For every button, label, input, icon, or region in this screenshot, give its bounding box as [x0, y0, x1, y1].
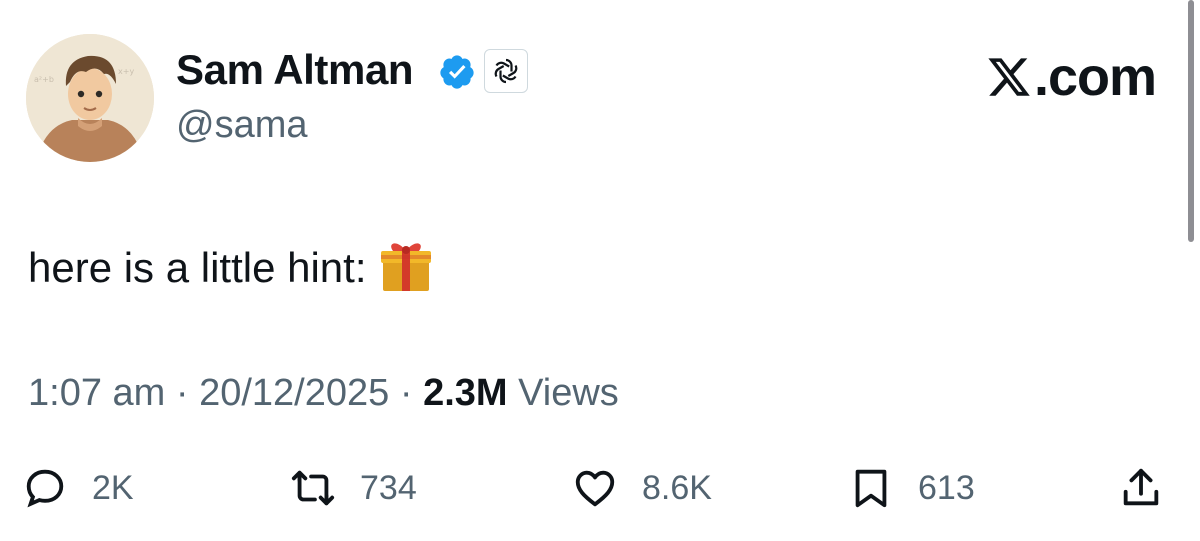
tweet-meta: 1:07 am · 20/12/2025 · 2.3M Views — [28, 372, 619, 415]
tweet-date[interactable]: 20/12/2025 — [199, 372, 389, 414]
x-com-logo: .com — [986, 46, 1157, 108]
repost-count: 734 — [360, 468, 417, 507]
repost-icon — [291, 470, 335, 506]
views-label: Views — [518, 372, 619, 414]
affiliate-badge[interactable] — [484, 49, 528, 93]
avatar[interactable]: a²+b x+y — [26, 34, 154, 162]
bookmark-button[interactable]: 613 — [848, 462, 975, 514]
display-name[interactable]: Sam Altman — [176, 46, 414, 94]
repost-button[interactable]: 734 — [290, 462, 417, 514]
like-button[interactable]: 8.6K — [572, 462, 712, 514]
reply-count: 2K — [92, 468, 134, 507]
site-label: .com — [1033, 47, 1157, 107]
user-handle[interactable]: @sama — [176, 104, 308, 147]
share-button[interactable] — [1118, 462, 1164, 514]
reply-icon — [26, 469, 64, 508]
openai-logo-icon — [494, 58, 518, 84]
separator: · — [175, 372, 189, 414]
bookmark-icon — [855, 469, 887, 508]
gift-icon — [380, 243, 431, 291]
svg-text:x+y: x+y — [118, 67, 134, 76]
tweet-text: here is a little hint: — [28, 243, 433, 293]
tweet-time[interactable]: 1:07 am — [28, 372, 165, 414]
scrollbar[interactable] — [1188, 0, 1194, 242]
heart-icon — [575, 470, 615, 507]
like-count: 8.6K — [642, 468, 712, 507]
share-icon — [1123, 468, 1159, 506]
svg-text:a²+b: a²+b — [34, 75, 54, 84]
verified-badge-icon — [440, 55, 474, 89]
reply-button[interactable]: 2K — [22, 462, 134, 514]
x-logo-icon — [988, 58, 1030, 96]
bookmark-count: 613 — [918, 468, 975, 507]
tweet-body: here is a little hint: — [28, 244, 367, 291]
views-count: 2.3M — [423, 372, 508, 414]
avatar-illustration: a²+b x+y — [26, 34, 154, 162]
separator: · — [399, 372, 413, 414]
